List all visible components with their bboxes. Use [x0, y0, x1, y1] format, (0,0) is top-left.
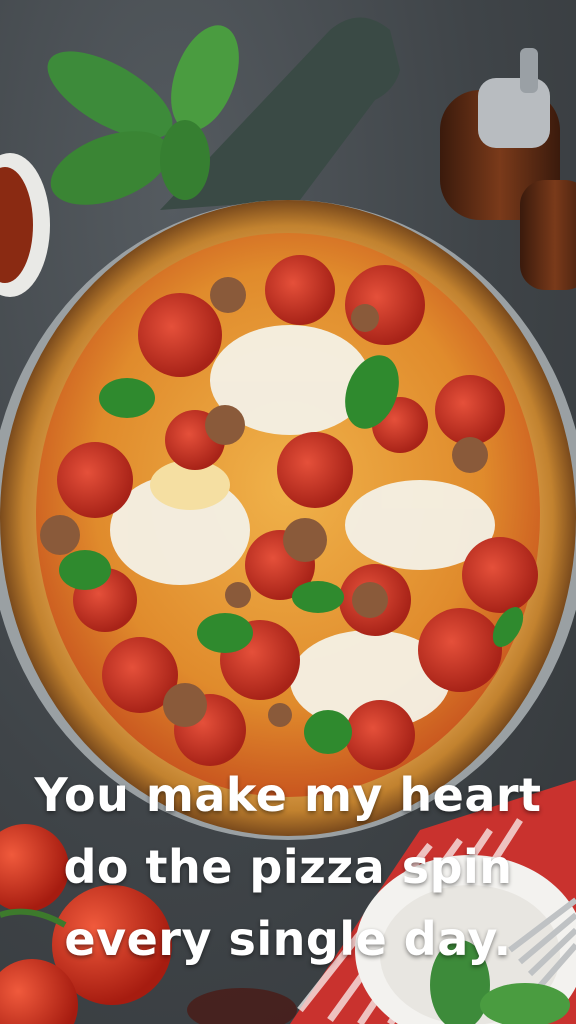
wine-glass: [187, 988, 297, 1024]
chili-flakes-bowl: [0, 153, 50, 297]
caption-line-3: every single day.: [64, 912, 512, 966]
caption-line-2: do the pizza spin: [63, 840, 513, 894]
pepper-mill: [440, 48, 576, 290]
caption-line-1: You make my heart: [34, 768, 542, 822]
pizza-photo: You make my heart do the pizza spin ever…: [0, 0, 576, 1024]
pizza: [0, 200, 576, 840]
